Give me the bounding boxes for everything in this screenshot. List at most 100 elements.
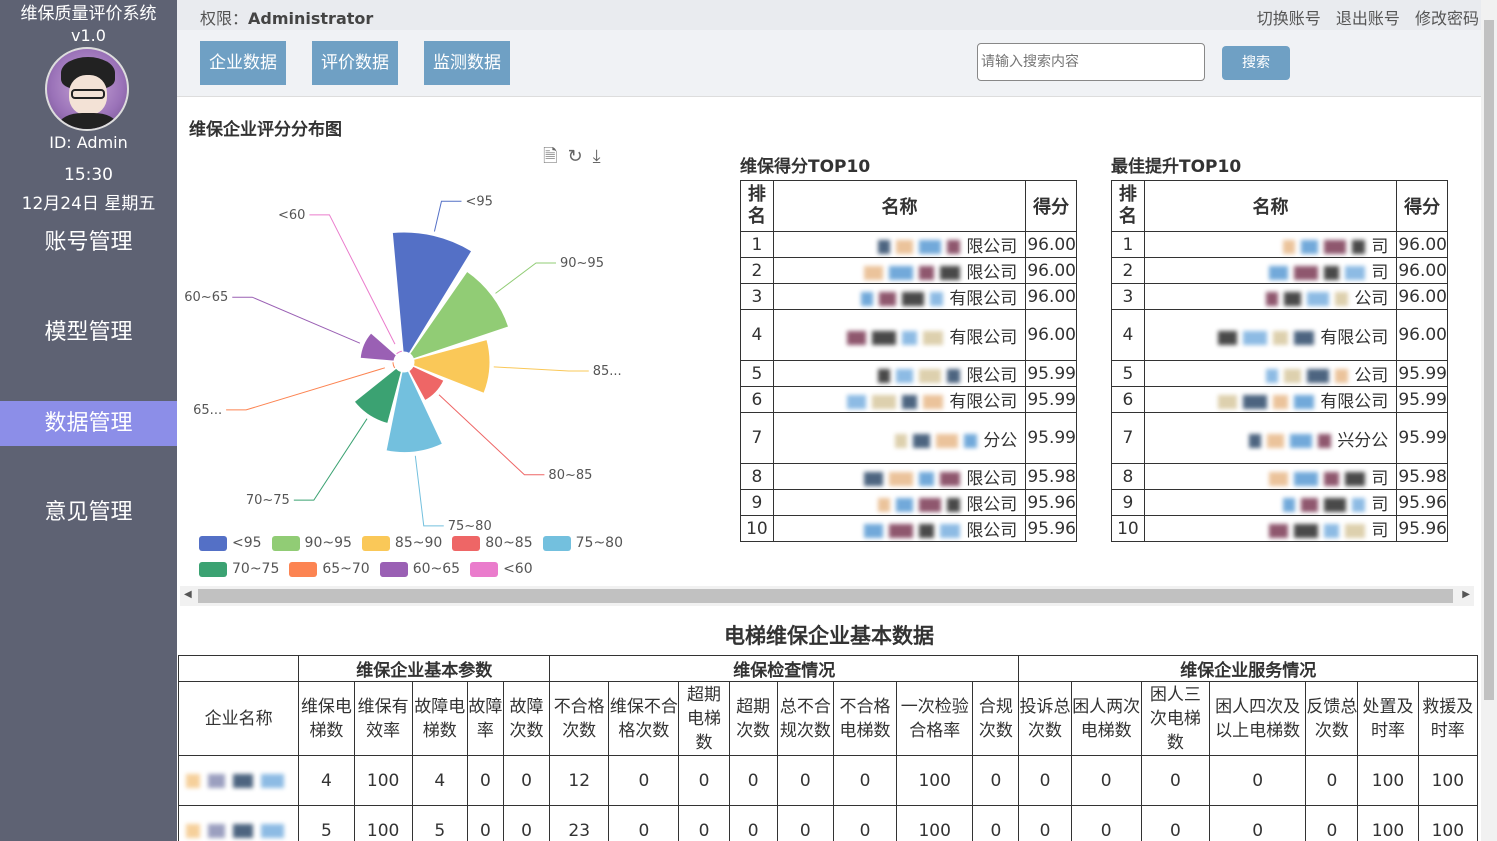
rank-row[interactable]: 7 兴分公 95.99	[1111, 412, 1448, 464]
redacted-block	[947, 498, 961, 512]
rank-row[interactable]: 1 限公司 96.00	[740, 231, 1077, 258]
redacted-block	[864, 524, 884, 538]
logout-link[interactable]: 退出账号	[1336, 9, 1400, 28]
rank-row[interactable]: 2 限公司 96.00	[740, 257, 1077, 284]
column-header: 故障次数	[502, 681, 551, 756]
restore-icon[interactable]: ↻	[567, 146, 582, 167]
scroll-left-icon[interactable]: ◀	[184, 589, 192, 600]
score-cell: 96.00	[1396, 231, 1448, 258]
evaluation-data-button[interactable]: 评价数据	[312, 41, 398, 85]
rank-row[interactable]: 10 限公司 95.96	[740, 515, 1077, 542]
rank-row[interactable]: 3 公司 96.00	[1111, 283, 1448, 310]
rank-row[interactable]: 8 限公司 95.98	[740, 463, 1077, 490]
monitoring-data-button[interactable]: 监测数据	[424, 41, 510, 85]
rank-row[interactable]: 6 有限公司 95.99	[740, 386, 1077, 413]
rank-row[interactable]: 1 司 96.00	[1111, 231, 1448, 258]
redacted-block	[847, 330, 867, 345]
switch-account-link[interactable]: 切换账号	[1257, 9, 1321, 28]
rank-row[interactable]: 5 限公司 95.99	[740, 360, 1077, 387]
vertical-scrollbar[interactable]	[1481, 0, 1497, 841]
redacted-block	[1266, 292, 1279, 306]
company-name: 公司	[1354, 366, 1389, 386]
company-name: 有限公司	[1320, 392, 1389, 412]
rank-row[interactable]: 3 有限公司 96.00	[740, 283, 1077, 310]
menu-item-data[interactable]: 数据管理	[0, 401, 177, 446]
redacted-block	[878, 240, 891, 254]
redacted-block	[1266, 369, 1279, 383]
data-view-icon[interactable]: 🗎	[543, 146, 557, 167]
redacted-mask	[847, 328, 949, 348]
callout-label: 75~80	[448, 519, 492, 530]
column-header: 处置及时率	[1357, 681, 1419, 756]
redacted-block	[1294, 472, 1319, 486]
rank-row[interactable]: 4 有限公司 96.00	[740, 309, 1077, 361]
legend-item[interactable]: <95	[199, 535, 262, 551]
redacted-block	[1335, 292, 1349, 306]
redacted-mask	[1249, 431, 1337, 451]
rank-row[interactable]: 5 公司 95.99	[1111, 360, 1448, 387]
legend-item[interactable]: 60~65	[379, 561, 460, 577]
app-root: 维保质量评价系统 v1.0 ID: Admin 15:30 12月24日 星期五…	[0, 0, 1497, 841]
vertical-scroll-thumb[interactable]	[1484, 20, 1494, 700]
rank-cell: 6	[740, 386, 774, 413]
company-name: 司	[1371, 495, 1389, 515]
legend-swatch	[542, 535, 571, 551]
enterprise-data-button[interactable]: 企业数据	[200, 41, 286, 85]
horizontal-scrollbar[interactable]: ◀ ▶	[180, 586, 1474, 606]
rank-row[interactable]: 4 有限公司 96.00	[1111, 309, 1448, 361]
name-cell: 司	[1143, 257, 1398, 284]
rank-row[interactable]: 9 司 95.96	[1111, 489, 1448, 516]
redacted-block	[919, 524, 935, 538]
redacted-block	[895, 433, 908, 448]
rose-slice[interactable]	[394, 349, 404, 356]
redacted-block	[1318, 433, 1332, 448]
menu-item-model[interactable]: 模型管理	[0, 310, 177, 355]
legend-item[interactable]: 75~80	[542, 535, 623, 551]
column-header: 总不合规次数	[776, 681, 834, 756]
redacted-block	[1218, 330, 1238, 345]
rose-slice[interactable]	[391, 361, 397, 370]
group-header-basic: 维保企业基本参数	[298, 655, 551, 682]
rank-cell: 10	[740, 515, 774, 542]
rank-row[interactable]: 9 限公司 95.96	[740, 489, 1077, 516]
download-icon[interactable]: ⤓	[593, 146, 601, 167]
menu-item-account[interactable]: 账号管理	[0, 220, 177, 265]
legend-item[interactable]: 80~85	[452, 535, 533, 551]
redacted-block	[923, 395, 944, 409]
menu-item-feedback[interactable]: 意见管理	[0, 490, 177, 535]
table-row[interactable]: 4 100 4 0 0 12 0 0 0 0 0 100 0 0 0 0 0 0 100 100	[177, 755, 1479, 806]
change-password-link[interactable]: 修改密码	[1415, 9, 1479, 28]
user-id: ID: Admin	[49, 133, 128, 152]
callout-label: 85...	[593, 364, 622, 379]
avatar[interactable]	[45, 47, 129, 131]
scroll-thumb[interactable]	[198, 589, 1453, 603]
rank-row[interactable]: 8 司 95.98	[1111, 463, 1448, 490]
rank-row[interactable]: 6 有限公司 95.99	[1111, 386, 1448, 413]
rank-row[interactable]: 2 司 96.00	[1111, 257, 1448, 284]
legend-label: 65~70	[322, 561, 370, 577]
legend-item[interactable]: 70~75	[199, 561, 279, 577]
legend-item[interactable]: 85~90	[361, 535, 442, 551]
legend-label: 70~75	[232, 561, 280, 577]
redacted-block	[1335, 369, 1349, 383]
name-cell: 限公司	[772, 515, 1027, 542]
rank-row[interactable]: 10 司 95.96	[1111, 515, 1448, 542]
search-button[interactable]: 搜索	[1222, 46, 1290, 80]
column-header: 超期次数	[728, 681, 778, 756]
legend-item[interactable]: 90~95	[271, 535, 352, 551]
table-row[interactable]: 5 100 5 0 0 23 0 0 0 0 0 100 0 0 0 0 0 0 100 100	[177, 805, 1479, 841]
scroll-right-icon[interactable]: ▶	[1462, 589, 1470, 600]
rank-row[interactable]: 7 分公 95.99	[740, 412, 1077, 464]
search-input[interactable]	[977, 43, 1205, 81]
name-cell: 公司	[1143, 360, 1398, 387]
redacted-block	[940, 472, 961, 486]
top-bar: 权限：Administrator 切换账号 退出账号 修改密码	[177, 0, 1481, 30]
legend-item[interactable]: <60	[470, 561, 533, 577]
basic-data-title: 电梯维保企业基本数据	[724, 624, 934, 648]
name-cell: 公司	[1143, 283, 1398, 310]
rank-table-score: 排名 名称 得分 1 限公司 96.00 2 限公司 96.00 3 有限公司 96.00 4 有限…	[740, 180, 1077, 542]
legend-item[interactable]: 65~70	[289, 561, 370, 577]
redacted-block	[889, 472, 914, 486]
system-title: 维保质量评价系统	[20, 4, 157, 24]
rank-cell: 9	[1111, 489, 1145, 516]
